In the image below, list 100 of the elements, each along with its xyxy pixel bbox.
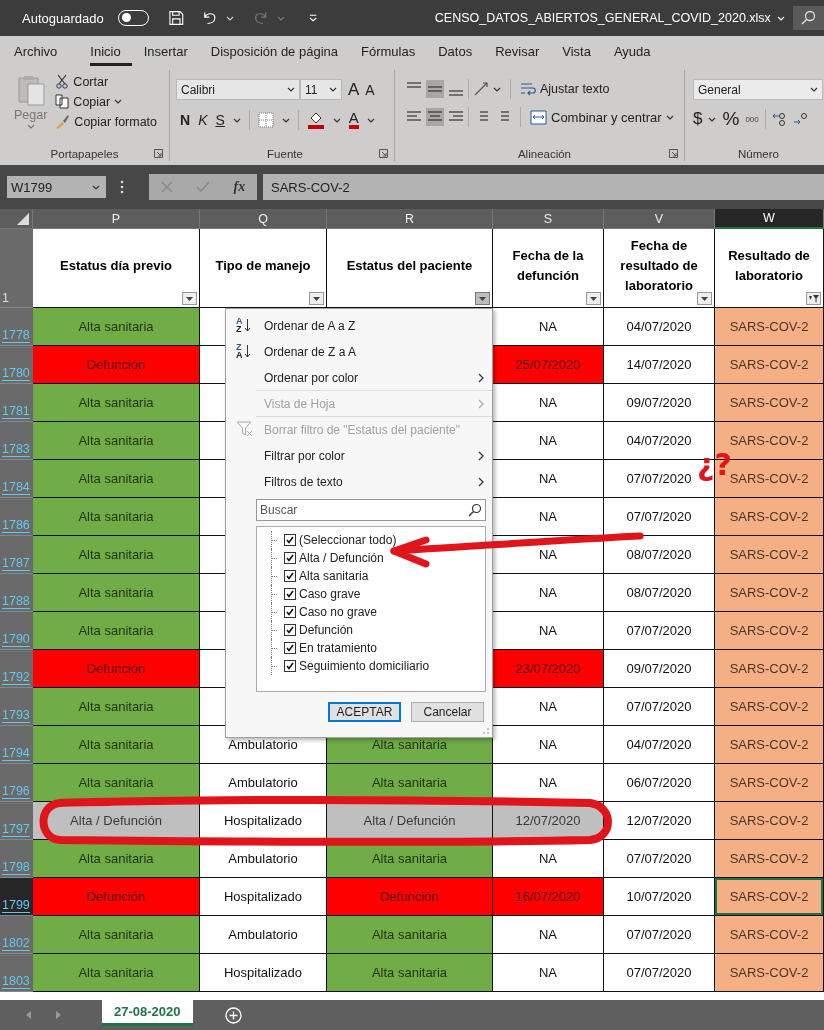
save-icon[interactable] (169, 10, 184, 26)
dialog-launcher-icon[interactable] (379, 149, 388, 158)
ribbon-tab[interactable]: Insertar (143, 36, 199, 66)
filter-value[interactable]: Alta sanitaria (299, 569, 369, 583)
checkbox[interactable] (284, 660, 296, 672)
table-cell: 23/07/2020 (493, 650, 604, 688)
filter-dropdown-button[interactable] (697, 292, 712, 305)
ribbon-tab[interactable]: Revisar (495, 36, 551, 66)
caret-icon (493, 86, 501, 92)
filter-value[interactable]: Seguimiento domiciliario (299, 659, 430, 673)
ribbon-tab[interactable]: Archivo (14, 36, 69, 66)
checkbox[interactable] (284, 606, 296, 618)
align-center-icon[interactable] (426, 108, 444, 126)
increase-decimal-icon[interactable] (771, 111, 787, 127)
filter-value[interactable]: (Seleccionar todo) (299, 533, 397, 547)
menu-item[interactable]: A Z Ordenar de A a Z (226, 313, 492, 339)
currency-button[interactable]: $ (693, 109, 703, 129)
menu-item[interactable]: Z A Ordenar de Z a A (226, 339, 492, 365)
ribbon-tab[interactable]: Vista (562, 36, 602, 66)
checkbox[interactable] (284, 534, 296, 546)
table-cell: SARS-COV-2 (715, 650, 824, 688)
select-all-icon[interactable] (17, 213, 29, 225)
group-label: Alineación (517, 148, 572, 161)
search-button[interactable] (792, 6, 824, 30)
ribbon-tab[interactable]: Disposición de página (210, 36, 349, 66)
search-field[interactable]: Buscar (256, 499, 486, 521)
column-header[interactable]: P (33, 209, 200, 229)
checkbox[interactable] (284, 588, 296, 600)
cancel-button[interactable]: Cancelar (411, 702, 484, 722)
more-options-icon[interactable] (120, 180, 124, 194)
number-format-field[interactable]: General (693, 79, 823, 100)
check-icon[interactable] (196, 181, 211, 193)
table-cell: 25/07/2020 (493, 346, 604, 384)
formula-field[interactable]: SARS-COV-2 (263, 174, 824, 200)
sheet-tab[interactable]: 27-08-2020 (102, 1000, 193, 1026)
row-number[interactable]: 1 (2, 292, 9, 305)
percent-button[interactable]: % (722, 108, 740, 130)
ribbon-tab[interactable]: Inicio (90, 36, 132, 66)
checkbox[interactable] (284, 570, 296, 582)
filter-value[interactable]: Caso grave (299, 587, 361, 601)
table-cell: SARS-COV-2 (715, 498, 824, 536)
filter-value[interactable]: Alta / Defunción (299, 551, 384, 565)
filter-value[interactable]: Caso no grave (299, 605, 378, 619)
column-header[interactable]: S (493, 209, 604, 229)
font-color-button[interactable]: A (348, 111, 359, 129)
copy-button[interactable]: Copiar (55, 94, 158, 109)
clear-filter-icon (236, 421, 254, 437)
wrap-text-button[interactable]: Ajustar texto (520, 81, 610, 97)
orientation-icon[interactable] (472, 80, 490, 98)
filter-dropdown-button[interactable] (309, 292, 324, 305)
resize-grip-icon[interactable] (483, 728, 489, 734)
dialog-launcher-icon[interactable] (669, 149, 678, 158)
table-cell: 16/07/2020 (493, 878, 604, 916)
cut-button[interactable]: Cortar (55, 74, 158, 89)
row-number[interactable]: 1799 (0, 878, 33, 916)
decrease-decimal-icon[interactable] (792, 111, 808, 127)
checkbox[interactable] (284, 624, 296, 636)
table-cell: Defunción (327, 878, 493, 916)
table-cell: Alta sanitaria (33, 536, 200, 574)
column-header[interactable]: Q (200, 209, 327, 229)
format-painter-button[interactable]: Copiar formato (55, 114, 158, 129)
filter-dropdown-button[interactable] (182, 292, 197, 305)
menu-item[interactable]: Filtros de texto (226, 469, 492, 495)
ribbon-tab[interactable]: Fórmulas (361, 36, 427, 66)
fill-bucket-icon[interactable] (306, 111, 325, 129)
checkbox[interactable] (284, 552, 296, 564)
checkbox[interactable] (284, 642, 296, 654)
ribbon-tab[interactable]: Datos (438, 36, 484, 66)
chevron-right-icon (478, 372, 484, 383)
bold-button[interactable]: N (180, 112, 191, 128)
filter-dropdown-button[interactable] (475, 292, 490, 305)
menu-item[interactable]: Filtrar por color (226, 443, 492, 469)
underline-button[interactable]: S (215, 112, 225, 128)
filter-dropdown-button[interactable] (586, 292, 601, 305)
dialog-launcher-icon[interactable] (154, 149, 163, 158)
menu-item[interactable]: Ordenar por color (256, 365, 492, 391)
name-box[interactable]: W1799 (7, 176, 106, 198)
accept-button[interactable]: ACEPTAR (328, 702, 401, 722)
shrink-font-button[interactable]: A (365, 81, 375, 98)
filter-applied-button[interactable] (806, 292, 821, 305)
align-middle-icon[interactable] (426, 80, 444, 98)
filter-value[interactable]: En tratamiento (299, 641, 378, 655)
font-size-field[interactable]: 11 (300, 79, 342, 100)
add-sheet-icon[interactable] (224, 1006, 242, 1024)
font-name-field[interactable]: Calibri (176, 79, 300, 100)
grow-font-button[interactable]: A (348, 79, 360, 100)
table-cell: Alta sanitaria (33, 460, 200, 498)
customize-icon[interactable] (308, 14, 317, 22)
column-header[interactable]: V (604, 209, 715, 229)
table-cell: Alta sanitaria (33, 308, 200, 346)
caret-icon (810, 87, 818, 92)
thousands-button[interactable]: 000 (745, 114, 759, 124)
column-header[interactable]: R (327, 209, 493, 229)
ribbon-tab[interactable]: Ayuda (613, 36, 662, 66)
merge-center-button[interactable]: Combinar y centrar (530, 109, 674, 125)
column-header[interactable]: W (715, 209, 824, 229)
border-icon[interactable] (257, 112, 274, 128)
filter-value[interactable]: Defunción (299, 623, 354, 637)
italic-button[interactable]: K (198, 112, 208, 128)
insert-function-button[interactable]: fx (233, 179, 246, 195)
